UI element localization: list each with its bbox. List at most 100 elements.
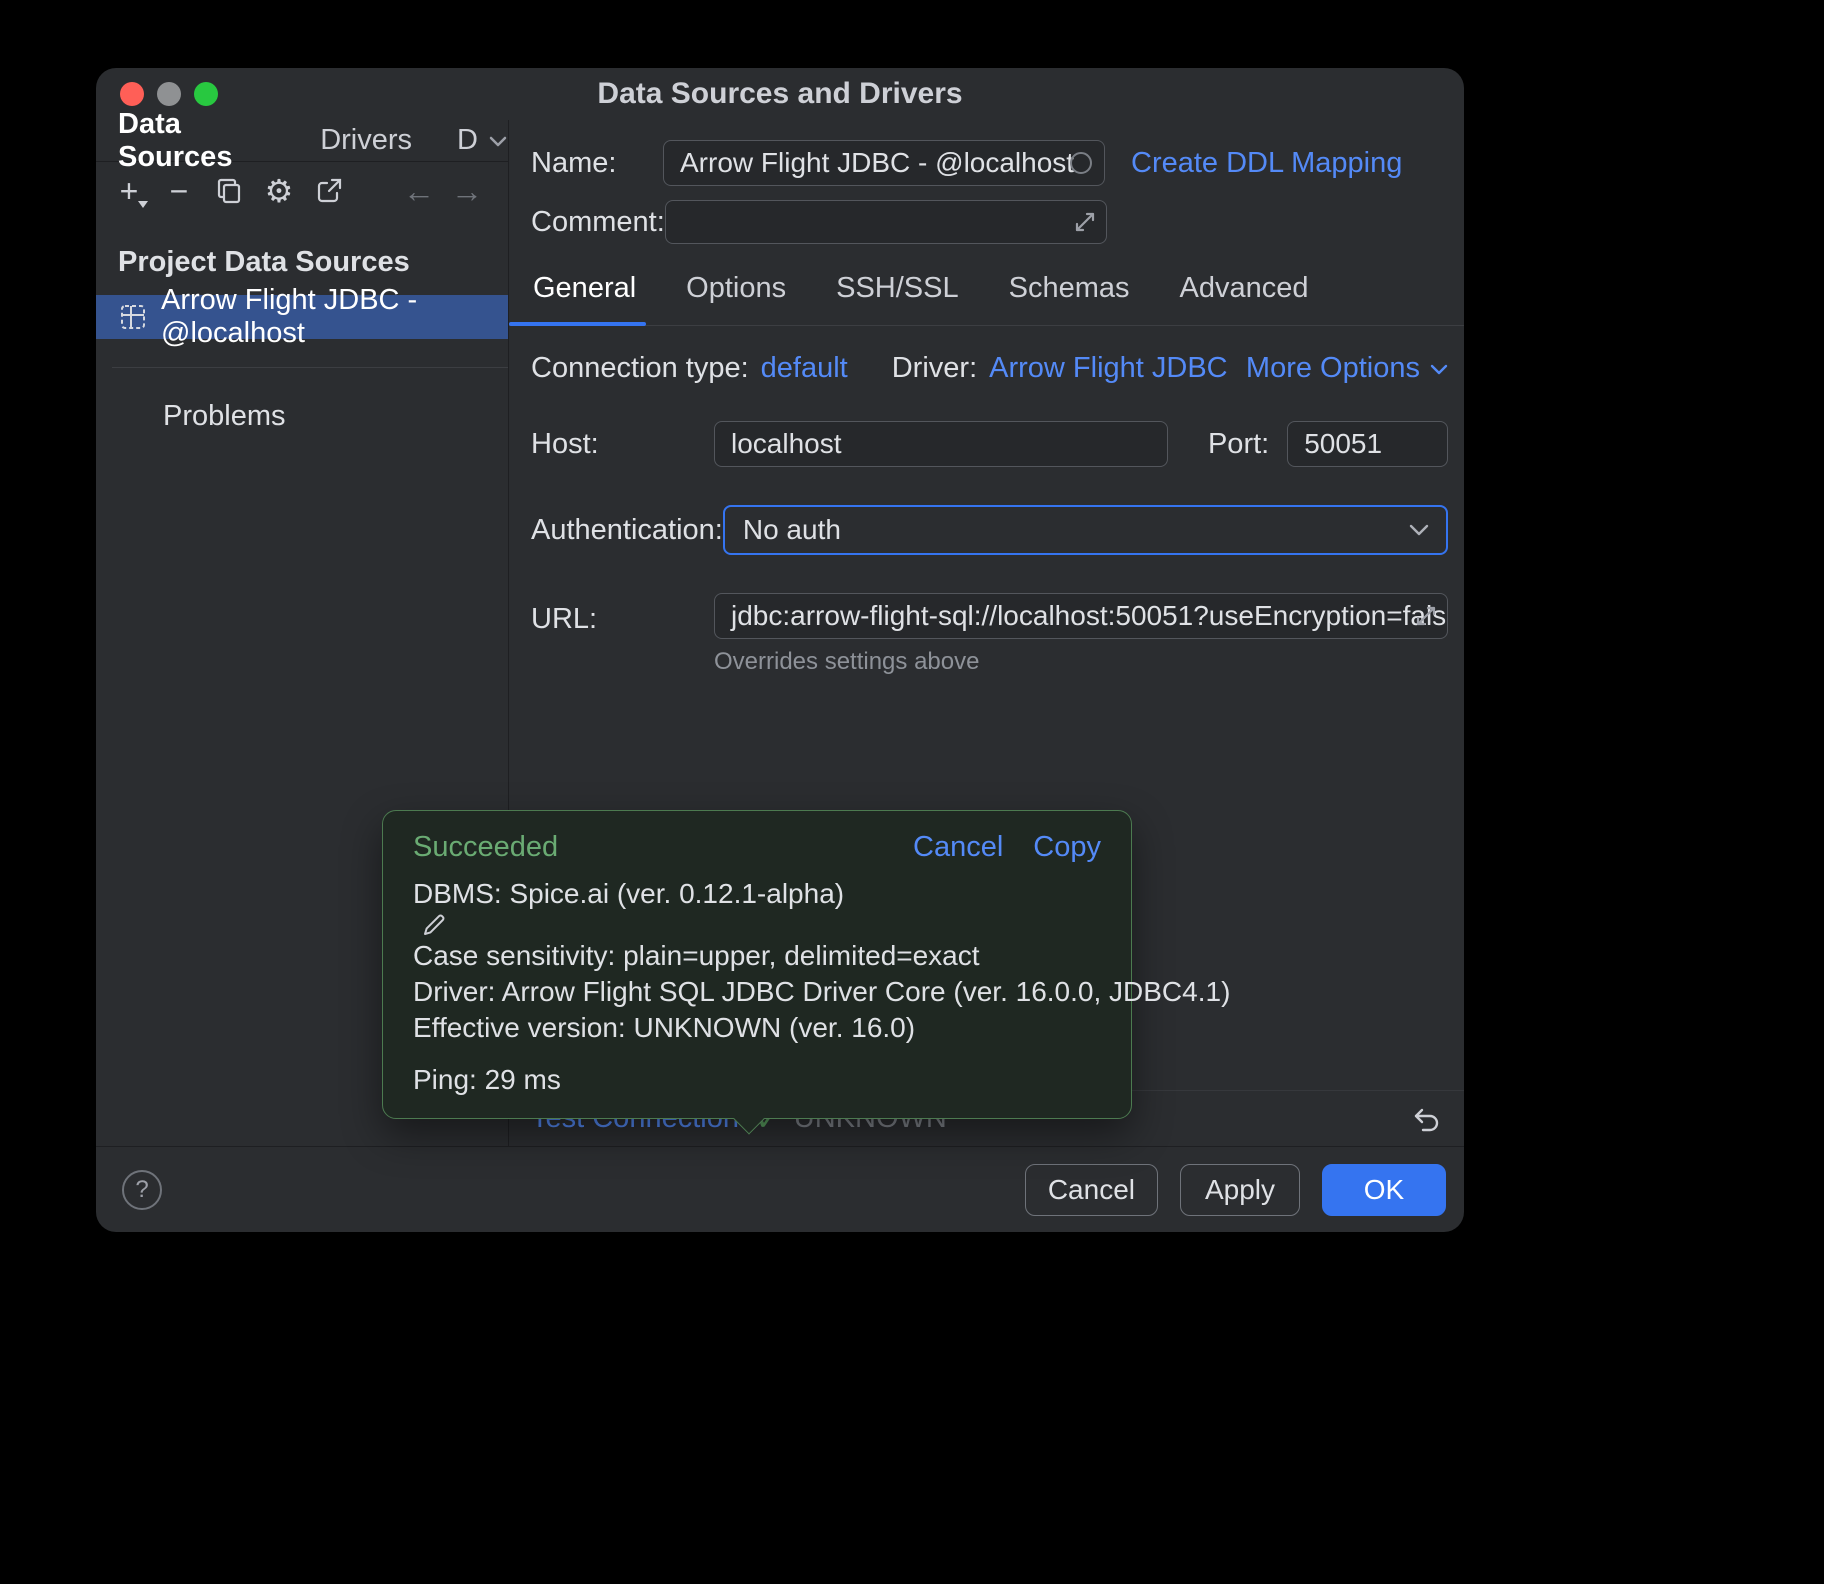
name-row: Name: Arrow Flight JDBC - @localhost Cre… [531, 140, 1448, 186]
tab-options[interactable]: Options [684, 258, 788, 325]
sidebar-item-problems[interactable]: Problems [163, 400, 508, 433]
popup-ping-line: Ping: 29 ms [413, 1062, 1101, 1098]
gear-icon: ⚙ [265, 175, 294, 207]
sidebar-toolbar: + − ⚙ [96, 162, 508, 220]
connection-type-label: Connection type: [531, 352, 749, 385]
name-label: Name: [531, 147, 663, 180]
authentication-value: No auth [743, 514, 841, 546]
export-button[interactable] [314, 176, 344, 206]
tab-ddl-label: D [457, 124, 478, 157]
authentication-label: Authentication: [531, 514, 723, 547]
host-value: localhost [731, 428, 842, 460]
undo-icon [1410, 1103, 1442, 1135]
popup-copy-link[interactable]: Copy [1033, 831, 1101, 864]
driver-value-link[interactable]: Arrow Flight JDBC [989, 352, 1228, 385]
database-icon [118, 302, 148, 332]
name-input[interactable]: Arrow Flight JDBC - @localhost [663, 140, 1105, 186]
url-note: Overrides settings above [714, 648, 1448, 676]
create-ddl-mapping-link[interactable]: Create DDL Mapping [1131, 147, 1402, 180]
comment-input[interactable] [665, 200, 1107, 244]
more-options-label: More Options [1246, 352, 1420, 385]
name-indicator-circle-icon [1070, 152, 1092, 174]
remove-data-source-button[interactable]: − [164, 176, 194, 206]
edit-pencil-icon[interactable] [421, 912, 447, 938]
popup-cancel-link[interactable]: Cancel [913, 831, 1003, 864]
forward-button[interactable]: → [452, 176, 482, 206]
host-label: Host: [531, 428, 714, 461]
duplicate-icon [214, 176, 244, 206]
port-input[interactable]: 50051 [1287, 421, 1448, 467]
minimize-window-button[interactable] [157, 82, 181, 106]
data-source-item-label: Arrow Flight JDBC - @localhost [161, 284, 508, 350]
tab-schemas[interactable]: Schemas [1007, 258, 1132, 325]
popup-case-line: Case sensitivity: plain=upper, delimited… [413, 938, 1101, 974]
zoom-window-button[interactable] [194, 82, 218, 106]
url-row: URL: jdbc:arrow-flight-sql://localhost:5… [531, 593, 1448, 676]
traffic-lights [120, 82, 218, 106]
minus-icon: − [170, 175, 189, 207]
settings-button[interactable]: ⚙ [264, 176, 294, 206]
cancel-button[interactable]: Cancel [1025, 1164, 1158, 1216]
url-label: URL: [531, 593, 714, 636]
sidebar-tabs: Data Sources Drivers D [96, 120, 508, 162]
project-data-sources-header: Project Data Sources [118, 246, 508, 279]
popup-status: Succeeded [413, 831, 558, 864]
authentication-row: Authentication: No auth [531, 505, 1448, 555]
popup-dbms-text: DBMS: Spice.ai (ver. 0.12.1-alpha) [413, 878, 844, 909]
ok-button[interactable]: OK [1322, 1164, 1446, 1216]
more-options-link[interactable]: More Options [1246, 352, 1448, 385]
chevron-down-icon [1430, 363, 1448, 375]
footer-buttons: Cancel Apply OK [1025, 1164, 1446, 1216]
apply-button[interactable]: Apply [1180, 1164, 1300, 1216]
popup-driver-line: Driver: Arrow Flight SQL JDBC Driver Cor… [413, 974, 1101, 1010]
host-row: Host: localhost Port: 50051 [531, 421, 1448, 467]
revert-button[interactable] [1410, 1103, 1442, 1135]
sidebar-divider [112, 367, 508, 368]
comment-label: Comment: [531, 206, 665, 239]
tab-drivers[interactable]: Drivers [320, 124, 412, 157]
export-icon [314, 176, 344, 206]
data-source-item-selected[interactable]: Arrow Flight JDBC - @localhost [96, 295, 508, 339]
url-column: jdbc:arrow-flight-sql://localhost:50051?… [714, 593, 1448, 676]
titlebar: Data Sources and Drivers [96, 68, 1464, 120]
history-nav: ← → [404, 176, 482, 206]
back-arrow-icon: ← [403, 175, 435, 207]
question-mark-icon: ? [135, 1176, 148, 1204]
name-value: Arrow Flight JDBC - @localhost [680, 147, 1074, 179]
add-data-source-button[interactable]: + [114, 176, 144, 206]
tab-general[interactable]: General [531, 258, 638, 325]
dialog-footer: ? Cancel Apply OK [96, 1146, 1464, 1232]
data-sources-dialog: Data Sources and Drivers Data Sources Dr… [96, 68, 1464, 1232]
popup-body: DBMS: Spice.ai (ver. 0.12.1-alpha) Case … [413, 876, 1101, 1098]
expand-url-icon[interactable] [1413, 603, 1439, 629]
general-form: Connection type: default Driver: Arrow F… [509, 326, 1464, 676]
back-button[interactable]: ← [404, 176, 434, 206]
tab-drivers-label: Drivers [320, 124, 412, 157]
tab-ddl-truncated[interactable]: D [457, 124, 508, 157]
host-input[interactable]: localhost [714, 421, 1168, 467]
port-value: 50051 [1304, 428, 1382, 460]
popup-version-line: Effective version: UNKNOWN (ver. 16.0) [413, 1010, 1101, 1046]
connection-type-row: Connection type: default Driver: Arrow F… [531, 352, 1448, 385]
form-top: Name: Arrow Flight JDBC - @localhost Cre… [509, 120, 1464, 244]
add-dropdown-caret-icon [138, 201, 148, 208]
driver-label: Driver: [892, 352, 977, 385]
duplicate-button[interactable] [214, 176, 244, 206]
test-connection-result-popup: Succeeded Cancel Copy DBMS: Spice.ai (ve… [382, 810, 1132, 1119]
expand-comment-icon[interactable] [1072, 209, 1098, 235]
tab-advanced[interactable]: Advanced [1178, 258, 1311, 325]
authentication-select[interactable]: No auth [723, 505, 1448, 555]
settings-tabs: General Options SSH/SSL Schemas Advanced [509, 258, 1464, 326]
help-button[interactable]: ? [122, 1170, 162, 1210]
connection-type-value-link[interactable]: default [761, 352, 848, 385]
url-input[interactable]: jdbc:arrow-flight-sql://localhost:50051?… [714, 593, 1448, 639]
close-window-button[interactable] [120, 82, 144, 106]
chevron-down-icon [1408, 523, 1430, 537]
comment-row: Comment: [531, 200, 1448, 244]
plus-icon: + [120, 175, 139, 207]
tab-ssh-ssl[interactable]: SSH/SSL [834, 258, 961, 325]
popup-dbms-line: DBMS: Spice.ai (ver. 0.12.1-alpha) [413, 876, 1101, 938]
url-value: jdbc:arrow-flight-sql://localhost:50051?… [731, 600, 1448, 632]
window-title: Data Sources and Drivers [597, 77, 962, 111]
port-label: Port: [1208, 428, 1269, 461]
